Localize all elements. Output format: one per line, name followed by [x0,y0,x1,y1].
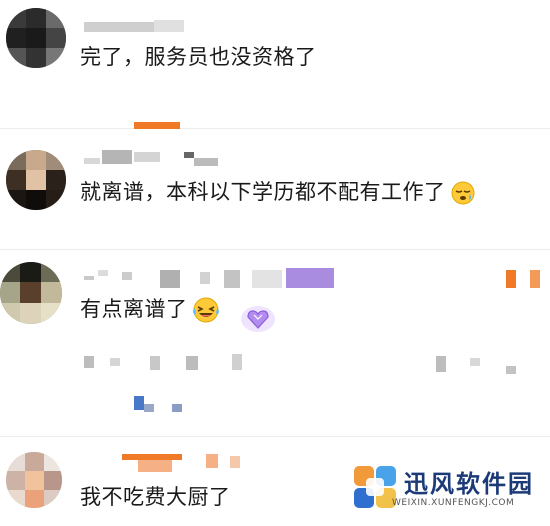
username-blurred [160,270,180,288]
username-blurred[interactable] [84,22,154,32]
comment-text: 有点离谱了 [80,294,220,324]
watermark-url: WEIXIN.XUNFENGKJ.COM [392,498,515,508]
accent-blurred [530,270,540,288]
username-blurred[interactable] [84,276,94,280]
comment-text: 完了，服务员也没资格了 [80,45,317,69]
reply-blurred [144,404,154,412]
username-blurred [134,152,160,162]
comment-text: 我不吃费大厨了 [80,485,231,509]
username-blurred [138,460,172,472]
watermark-name: 迅风软件园 [404,470,534,498]
username-blurred [200,272,210,284]
username-blurred[interactable] [84,158,100,164]
divider [0,249,550,250]
username-blurred [184,152,194,158]
reply-blurred [186,356,198,370]
watermark: 迅风软件园 WEIXIN.XUNFENGKJ.COM [352,460,542,520]
reply-blurred [506,366,516,374]
comment-text-content: 就离谱，本科以下学历都不配有工作了 [80,180,446,204]
username-blurred [98,270,108,276]
reply-blurred [470,358,480,366]
reply-blurred [436,356,446,372]
username-blurred [194,158,218,166]
username-blurred [224,270,240,288]
purple-heart-gem-badge [241,306,275,332]
sleepy-face-emoji [451,181,474,205]
laughing-tears-emoji [192,297,219,323]
reply-blurred [150,356,160,370]
avatar[interactable] [6,150,66,210]
username-blurred [154,20,184,32]
accent-bar [134,122,180,129]
username-blurred [102,150,132,164]
reply-blurred [84,356,94,368]
reply-blurred [172,404,182,412]
username-blurred [230,456,240,468]
reply-blurred [232,354,242,370]
divider [0,436,550,437]
username-blurred [122,272,132,280]
reply-blurred [134,396,144,410]
avatar[interactable] [0,262,62,324]
avatar[interactable] [6,452,62,508]
avatar[interactable] [6,8,66,68]
divider [0,128,550,129]
comment-text: 就离谱，本科以下学历都不配有工作了 [80,177,476,207]
reply-blurred [110,358,120,366]
username-blurred [206,454,218,468]
member-badge-blurred [286,268,334,288]
comment-text-content: 有点离谱了 [80,297,188,321]
username-blurred [252,270,282,288]
accent-blurred [506,270,516,288]
